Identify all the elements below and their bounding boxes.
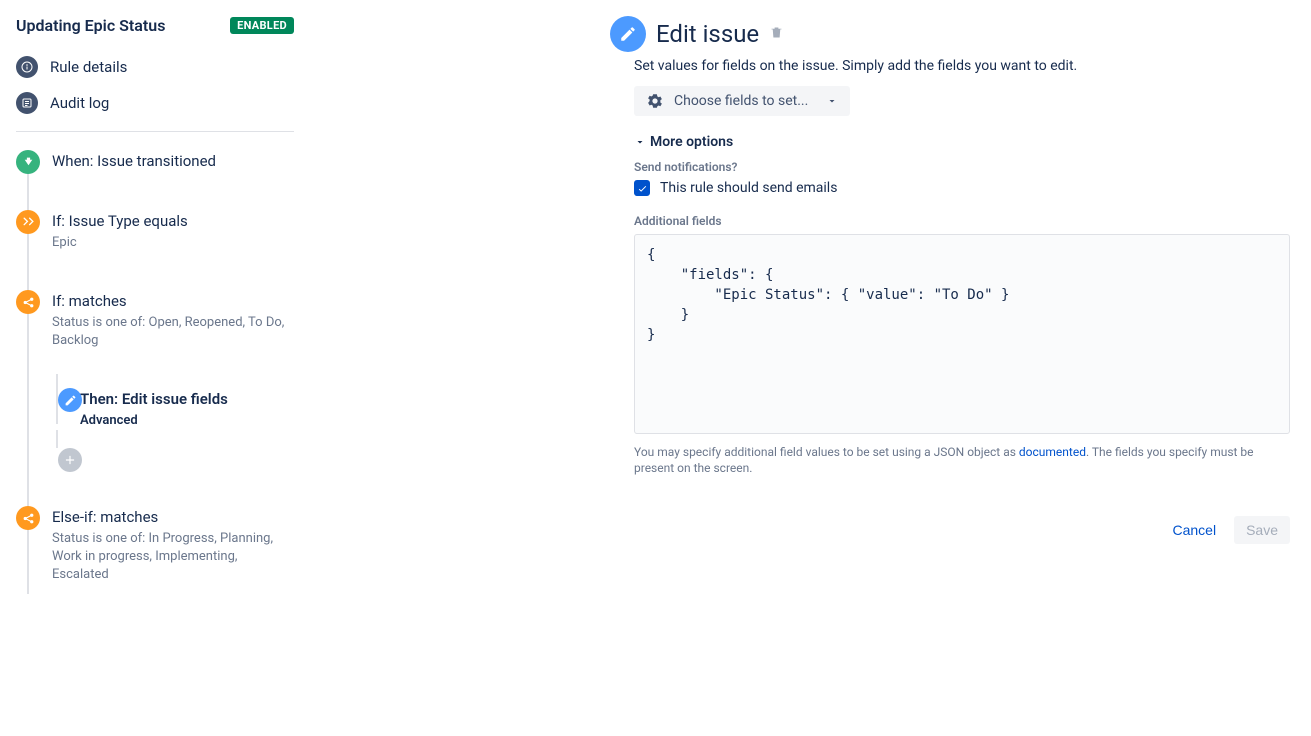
- branch-icon: [16, 290, 40, 314]
- status-badge: ENABLED: [230, 17, 294, 34]
- add-icon[interactable]: [58, 448, 82, 472]
- choose-fields-dropdown[interactable]: Choose fields to set...: [634, 86, 850, 116]
- trigger-icon: [16, 150, 40, 174]
- additional-fields-textarea[interactable]: [634, 234, 1290, 434]
- nav-label: Rule details: [50, 58, 127, 76]
- flow-desc: Status is one of: In Progress, Planning,…: [52, 530, 294, 584]
- flow-add-component[interactable]: [16, 448, 294, 506]
- condition-icon: [16, 210, 40, 234]
- panel-title: Edit issue: [656, 20, 759, 48]
- send-emails-checkbox[interactable]: [634, 180, 650, 196]
- nav-audit-log[interactable]: Audit log: [16, 85, 294, 121]
- nav-rule-details[interactable]: Rule details: [16, 49, 294, 85]
- flow-title: If: matches: [52, 290, 294, 312]
- flow-title: When: Issue transitioned: [52, 150, 294, 172]
- rule-title: Updating Epic Status: [16, 16, 165, 35]
- more-options-toggle[interactable]: More options: [634, 134, 1290, 150]
- divider: [16, 131, 294, 132]
- gear-icon: [646, 92, 664, 110]
- delete-icon[interactable]: [769, 25, 784, 44]
- rule-header: Updating Epic Status ENABLED: [16, 16, 294, 35]
- branch-icon: [16, 506, 40, 530]
- flow-title: Else-if: matches: [52, 506, 294, 528]
- nav-label: Audit log: [50, 94, 109, 112]
- flow-trigger[interactable]: When: Issue transitioned: [16, 150, 294, 210]
- flow-condition-issue-type[interactable]: If: Issue Type equals Epic: [16, 210, 294, 290]
- flow-desc: Epic: [52, 234, 294, 252]
- send-notifications-label: Send notifications?: [634, 160, 1290, 174]
- send-emails-label: This rule should send emails: [660, 180, 837, 196]
- panel-content: Set values for fields on the issue. Simp…: [610, 58, 1290, 544]
- flow-title: Then: Edit issue fields: [80, 388, 294, 410]
- info-icon: [16, 56, 38, 78]
- chevron-down-icon: [634, 136, 646, 148]
- more-options-label: More options: [650, 134, 733, 150]
- edit-issue-panel: Edit issue Set values for fields on the …: [310, 0, 1311, 736]
- check-icon: [637, 183, 648, 194]
- flow-title: If: Issue Type equals: [52, 210, 294, 232]
- panel-description: Set values for fields on the issue. Simp…: [634, 58, 1290, 74]
- cancel-button[interactable]: Cancel: [1162, 516, 1226, 544]
- flow-desc: Status is one of: Open, Reopened, To Do,…: [52, 314, 294, 350]
- chevron-down-icon: [826, 95, 838, 107]
- flow-sub-connector: [56, 430, 58, 448]
- rule-sidebar: Updating Epic Status ENABLED Rule detail…: [0, 0, 310, 736]
- rule-flow: When: Issue transitioned If: Issue Type …: [16, 150, 294, 594]
- help-text: You may specify additional field values …: [634, 444, 1290, 476]
- save-button[interactable]: Save: [1234, 516, 1290, 544]
- dropdown-label: Choose fields to set...: [674, 93, 808, 109]
- additional-fields-label: Additional fields: [634, 214, 1290, 228]
- panel-header: Edit issue: [610, 16, 1290, 52]
- flow-condition-else-if[interactable]: Else-if: matches Status is one of: In Pr…: [16, 506, 294, 594]
- log-icon: [16, 92, 38, 114]
- edit-icon: [58, 388, 82, 412]
- form-actions: Cancel Save: [634, 516, 1290, 544]
- documented-link[interactable]: documented: [1019, 445, 1086, 459]
- flow-desc: Advanced: [80, 412, 294, 430]
- edit-icon: [610, 16, 646, 52]
